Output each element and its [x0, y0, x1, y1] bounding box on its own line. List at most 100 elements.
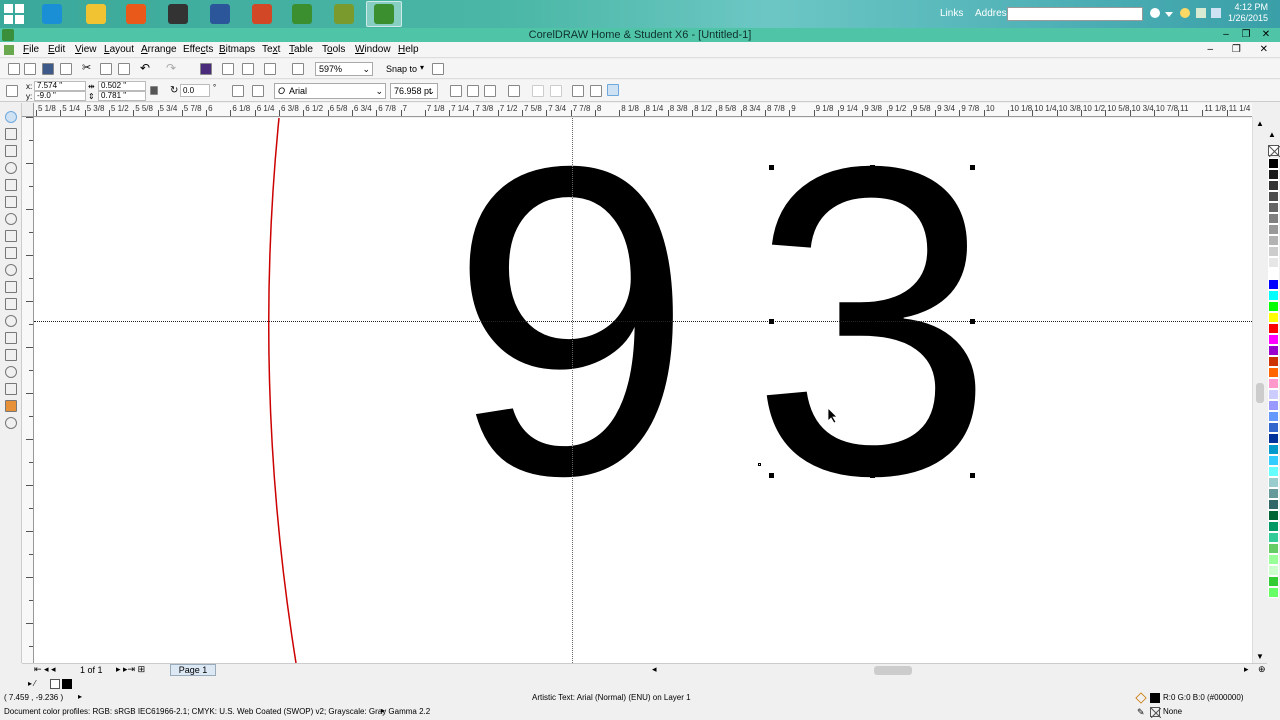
x-position-field[interactable]: 7.574 ": [34, 81, 86, 91]
close-button[interactable]: ✕: [1256, 28, 1276, 42]
navigator-icon[interactable]: ⊕: [1258, 664, 1266, 675]
chevron-down-icon[interactable]: ▾: [420, 63, 432, 75]
scroll-down-icon[interactable]: ▼: [1256, 652, 1264, 661]
shape-tool-icon[interactable]: [5, 128, 17, 140]
page-tab[interactable]: Page 1: [170, 664, 216, 676]
color-swatch[interactable]: [1268, 180, 1279, 191]
links-label[interactable]: Links: [940, 8, 963, 19]
menu-item[interactable]: File: [23, 44, 39, 55]
restore-button[interactable]: ❐: [1236, 28, 1256, 42]
eyedropper-tool-icon[interactable]: [5, 366, 17, 378]
color-swatch[interactable]: [1268, 257, 1279, 268]
table-tool-icon[interactable]: [5, 298, 17, 310]
horizontal-guideline[interactable]: [34, 321, 1252, 322]
rotation-field[interactable]: 0.0: [180, 84, 210, 97]
freehand-tool-icon[interactable]: [5, 179, 17, 191]
color-profiles-info[interactable]: Document color profiles: RGB: sRGB IEC61…: [4, 707, 430, 716]
drop-shadow-tool-icon[interactable]: [5, 349, 17, 361]
color-swatch[interactable]: [1268, 323, 1279, 334]
menu-item[interactable]: Help: [398, 44, 419, 55]
snap-to-dropdown[interactable]: Snap to: [386, 64, 417, 74]
menu-item[interactable]: Layout: [104, 44, 134, 55]
undo-icon[interactable]: ↶: [140, 61, 152, 75]
selection-handle[interactable]: [870, 473, 875, 478]
palette-arrow-icon[interactable]: ▸ ⁄: [28, 679, 36, 688]
taskbar-button[interactable]: [78, 1, 114, 27]
color-swatch[interactable]: [1268, 455, 1279, 466]
connector-tool-icon[interactable]: [5, 332, 17, 344]
address-input[interactable]: [1007, 7, 1143, 21]
copy-icon[interactable]: [100, 63, 112, 75]
taskbar-button[interactable]: [160, 1, 196, 27]
taskbar-button[interactable]: [284, 1, 320, 27]
zoom-tool-icon[interactable]: [5, 162, 17, 174]
new-document-icon[interactable]: [8, 63, 20, 75]
windows-start-icon[interactable]: [4, 4, 24, 24]
selection-handle[interactable]: [769, 473, 774, 478]
text-node-handle[interactable]: [758, 463, 761, 466]
export-icon[interactable]: [222, 63, 234, 75]
outline-pen-tool-icon[interactable]: [5, 383, 17, 395]
menu-item[interactable]: Table: [289, 44, 313, 55]
tray-network-icon[interactable]: [1180, 8, 1190, 18]
horizontal-ruler[interactable]: 5 1/8 5 1/4 5 3/8 5 1/2 5 5/8 5 3/4 5 7/8 6 6 1/…: [34, 103, 1252, 117]
vertical-guideline[interactable]: [572, 118, 573, 663]
color-swatch[interactable]: [1268, 532, 1279, 543]
color-swatch[interactable]: [1268, 279, 1279, 290]
document-black-swatch[interactable]: [62, 679, 72, 689]
width-field[interactable]: 0.502 ": [98, 81, 146, 91]
color-swatch[interactable]: [1268, 576, 1279, 587]
color-swatch[interactable]: [1268, 334, 1279, 345]
color-swatch[interactable]: [1268, 158, 1279, 169]
refresh-icon[interactable]: [1150, 8, 1160, 18]
color-swatch[interactable]: [1268, 543, 1279, 554]
selection-handle[interactable]: [870, 165, 875, 170]
import-icon[interactable]: [200, 63, 212, 75]
outline-color-swatch[interactable]: [1150, 707, 1161, 718]
application-launcher-icon[interactable]: [264, 63, 276, 75]
zoom-level-select[interactable]: 597% ⌄: [315, 62, 373, 76]
selection-handle[interactable]: [970, 473, 975, 478]
underline-icon[interactable]: [484, 85, 496, 97]
color-swatch[interactable]: [1268, 521, 1279, 532]
menu-item[interactable]: Arrange: [141, 44, 177, 55]
selection-handle[interactable]: [970, 319, 975, 324]
scroll-up-icon[interactable]: ▲: [1256, 119, 1264, 128]
color-swatch[interactable]: [1268, 400, 1279, 411]
color-swatch[interactable]: [1268, 235, 1279, 246]
color-profiles-arrow-icon[interactable]: ▸: [381, 706, 385, 715]
clock[interactable]: 4:12 PM 1/26/2015: [1228, 2, 1268, 24]
palette-scroll-up-icon[interactable]: ▲: [1268, 130, 1276, 139]
taskbar-button[interactable]: [118, 1, 154, 27]
color-swatch[interactable]: [1268, 488, 1279, 499]
menu-item[interactable]: Tools: [322, 44, 345, 55]
dimension-tool-icon[interactable]: [5, 315, 17, 327]
interactive-opentype-icon[interactable]: [607, 84, 619, 96]
color-swatch[interactable]: [1268, 466, 1279, 477]
text-properties-icon[interactable]: [572, 85, 584, 97]
selection-handle[interactable]: [769, 319, 774, 324]
color-swatch[interactable]: [1268, 202, 1279, 213]
smart-fill-tool-icon[interactable]: [5, 196, 17, 208]
color-swatch[interactable]: [1268, 499, 1279, 510]
fill-color-swatch[interactable]: [1150, 693, 1160, 703]
scroll-right-icon[interactable]: ▸: [1244, 664, 1249, 675]
mirror-vertical-icon[interactable]: [252, 85, 264, 97]
color-swatch[interactable]: [1268, 213, 1279, 224]
color-swatch[interactable]: [1268, 224, 1279, 235]
redo-icon[interactable]: ↷: [166, 61, 178, 75]
ruler-origin-corner[interactable]: [22, 103, 34, 117]
color-swatch[interactable]: [1268, 301, 1279, 312]
save-icon[interactable]: [42, 63, 54, 75]
menu-item[interactable]: View: [75, 44, 97, 55]
scroll-left-icon[interactable]: ◂: [652, 664, 657, 675]
text-tool-icon[interactable]: [5, 281, 17, 293]
color-swatch[interactable]: [1268, 587, 1279, 598]
height-field[interactable]: 0.781 ": [98, 91, 146, 101]
edit-text-icon[interactable]: [590, 85, 602, 97]
taskbar-button[interactable]: [202, 1, 238, 27]
document-icon[interactable]: [4, 45, 14, 55]
page-nav-buttons-left[interactable]: ⇤ ◂ ◂: [34, 664, 56, 675]
cut-icon[interactable]: ✂: [82, 61, 94, 74]
taskbar-button[interactable]: [366, 1, 402, 27]
